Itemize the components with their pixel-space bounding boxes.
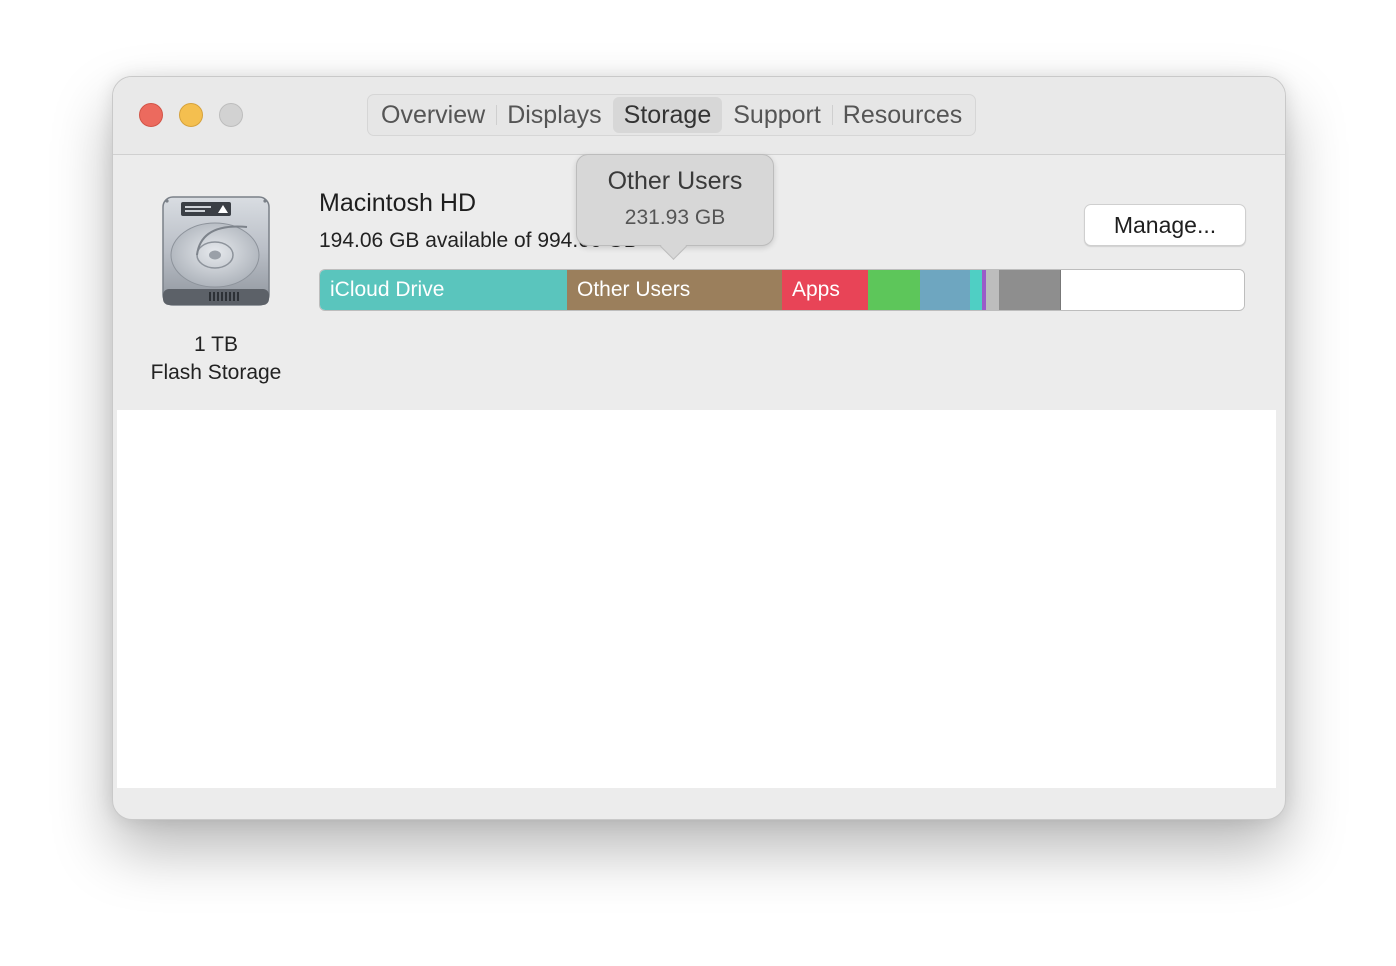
titlebar: Overview Displays Storage Support Resour… xyxy=(113,77,1285,155)
tab-overview[interactable]: Overview xyxy=(370,97,496,133)
storage-segment-7[interactable] xyxy=(986,270,999,310)
storage-tooltip: Other Users 231.93 GB xyxy=(576,154,774,246)
storage-segment-8[interactable] xyxy=(999,270,1060,310)
tab-bar: Overview Displays Storage Support Resour… xyxy=(367,94,977,136)
tab-displays[interactable]: Displays xyxy=(496,97,612,133)
volume-name: Macintosh HD xyxy=(319,189,476,217)
storage-usage-bar[interactable]: iCloud Drive Other Users Apps xyxy=(319,269,1245,311)
disk-capacity: 1 TB xyxy=(194,333,238,356)
tooltip-title: Other Users xyxy=(607,167,743,195)
storage-segment-icloud-drive[interactable]: iCloud Drive xyxy=(320,270,567,310)
storage-segment-3[interactable] xyxy=(868,270,920,310)
about-this-mac-window: Overview Displays Storage Support Resour… xyxy=(112,76,1286,820)
storage-segment-4[interactable] xyxy=(920,270,970,310)
tab-storage[interactable]: Storage xyxy=(612,97,723,133)
minimize-window-button[interactable] xyxy=(179,103,203,127)
tab-support[interactable]: Support xyxy=(722,97,832,133)
disk-type: Flash Storage xyxy=(150,361,282,384)
content-panel xyxy=(117,410,1276,788)
storage-free-space xyxy=(1060,270,1244,310)
tooltip-value: 231.93 GB xyxy=(624,206,726,229)
disk-info: 1 TB Flash Storage xyxy=(131,331,301,387)
tab-resources[interactable]: Resources xyxy=(831,97,974,133)
storage-segment-apps[interactable]: Apps xyxy=(782,270,868,310)
storage-segment-5[interactable] xyxy=(970,270,982,310)
manage-button[interactable]: Manage... xyxy=(1084,204,1246,246)
close-window-button[interactable] xyxy=(139,103,163,127)
zoom-window-button[interactable] xyxy=(219,103,243,127)
storage-segment-other-users[interactable]: Other Users xyxy=(567,270,782,310)
internal-hard-drive-icon xyxy=(162,196,270,306)
